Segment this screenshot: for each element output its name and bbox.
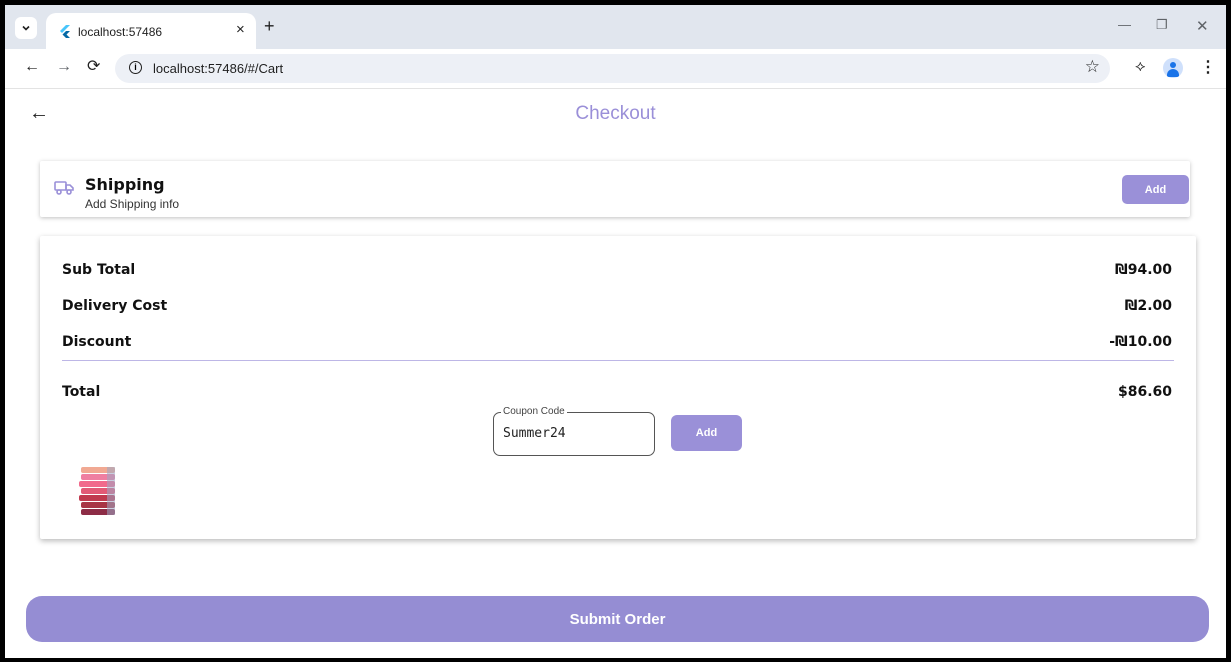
order-summary-card: Sub Total ₪94.00 Delivery Cost ₪2.00 Dis… [40, 236, 1196, 539]
subtotal-value: ₪94.00 [1115, 262, 1172, 278]
flutter-favicon-icon [60, 25, 70, 38]
shipping-title: Shipping [85, 175, 165, 194]
total-label: Total [62, 384, 101, 400]
coupon-code-value[interactable]: Summer24 [503, 426, 566, 441]
coupon-code-input[interactable]: Coupon Code Summer24 [493, 406, 655, 456]
total-value: $86.60 [1117, 384, 1172, 400]
shipping-subtitle: Add Shipping info [85, 197, 180, 211]
back-icon[interactable]: ← [24, 58, 40, 76]
shipping-card: Shipping Add Shipping info Add [40, 161, 1190, 217]
tab-close-icon[interactable]: × [236, 21, 245, 38]
new-tab-icon[interactable]: + [264, 17, 275, 35]
browser-window: localhost:57486 × + — ❐ ✕ ← → ⟳ i localh… [5, 5, 1226, 658]
reload-icon[interactable]: ⟳ [87, 58, 100, 76]
divider [62, 360, 1174, 361]
delivery-cost-value: ₪2.00 [1124, 298, 1172, 314]
browser-tab[interactable]: localhost:57486 × [46, 13, 256, 49]
close-icon[interactable]: ✕ [1196, 17, 1209, 35]
tab-search-icon[interactable] [15, 17, 37, 39]
delivery-cost-label: Delivery Cost [62, 298, 168, 314]
apply-coupon-button[interactable]: Add [671, 415, 742, 451]
bookmark-star-icon[interactable]: ☆ [1085, 57, 1100, 77]
url-text[interactable]: localhost:57486/#/Cart [153, 61, 283, 76]
page-title: Checkout [575, 103, 656, 124]
add-shipping-button[interactable]: Add [1122, 175, 1189, 204]
tab-strip: localhost:57486 × + — ❐ ✕ [5, 5, 1226, 49]
address-bar[interactable]: i localhost:57486/#/Cart ☆ [115, 54, 1110, 83]
submit-order-button[interactable]: Submit Order [26, 596, 1209, 642]
subtotal-label: Sub Total [62, 262, 136, 278]
site-info-icon[interactable]: i [129, 61, 142, 74]
coupon-code-label: Coupon Code [501, 406, 567, 417]
truck-icon [54, 181, 74, 195]
discount-value: -₪10.00 [1109, 334, 1172, 350]
extensions-icon[interactable]: ⟡ [1135, 58, 1146, 76]
tab-title: localhost:57486 [78, 25, 163, 39]
menu-icon[interactable]: ⋮ [1200, 57, 1216, 77]
profile-icon[interactable] [1163, 58, 1183, 78]
minimize-icon[interactable]: — [1118, 17, 1131, 32]
restore-icon[interactable]: ❐ [1156, 17, 1168, 33]
discount-label: Discount [62, 334, 132, 350]
product-image [79, 467, 115, 515]
forward-icon[interactable]: → [56, 58, 72, 76]
browser-toolbar: ← → ⟳ i localhost:57486/#/Cart ☆ ⟡ ⋮ [5, 49, 1226, 89]
